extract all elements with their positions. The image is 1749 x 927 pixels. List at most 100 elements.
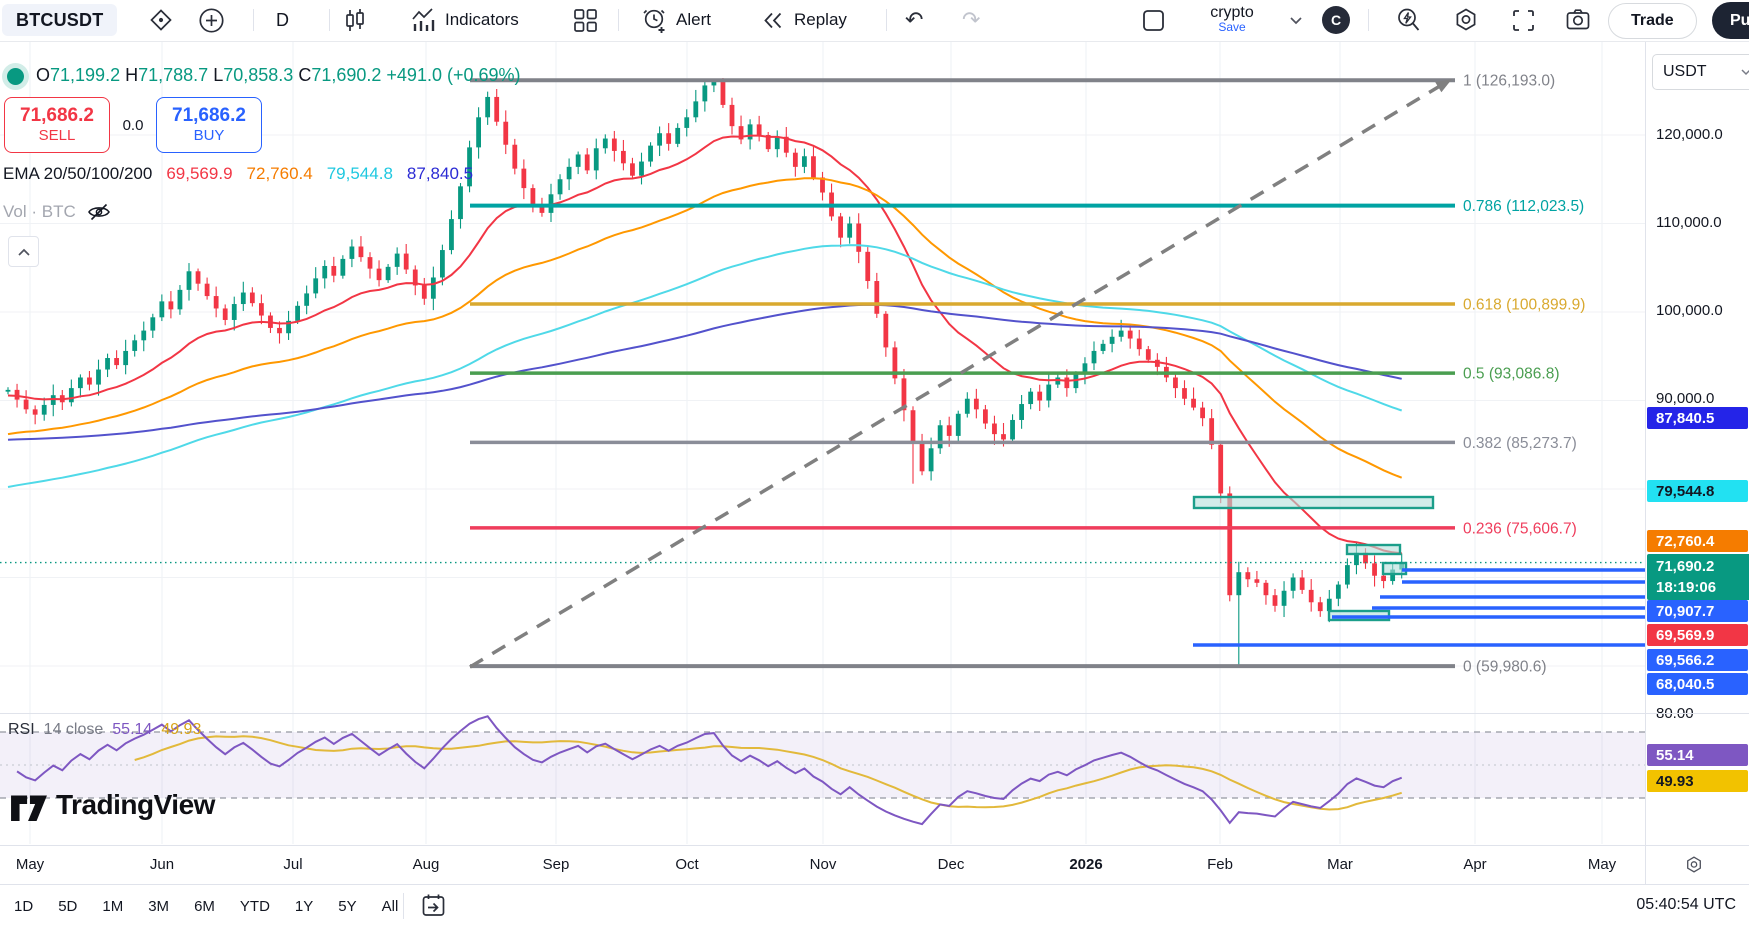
- range-button-5y[interactable]: 5Y: [330, 894, 364, 919]
- fib-retracement-drawing[interactable]: 1 (126,193.0) 0.786 (112,023.5) 0.618 (100…: [470, 73, 1585, 676]
- close-value: 71,690.2: [311, 65, 382, 85]
- pane-collapse-button[interactable]: [8, 236, 39, 267]
- currency-label: USDT: [1663, 63, 1707, 80]
- compare-add-button[interactable]: [196, 0, 226, 40]
- toolbar-divider: [253, 9, 254, 31]
- undo-button[interactable]: ↶: [905, 0, 923, 40]
- price-axis[interactable]: USDT 120,000.0 110,000.0 100,000.0 90,000.0…: [1646, 41, 1749, 885]
- range-button-1d[interactable]: 1D: [6, 894, 41, 919]
- fullscreen-button[interactable]: [1508, 0, 1538, 40]
- tradingview-mark-icon: [11, 795, 47, 822]
- indicators-button[interactable]: Indicators: [410, 0, 519, 40]
- ema-value: 72,760.4: [246, 164, 313, 183]
- toolbar-divider: [886, 9, 887, 31]
- time-axis-label: May: [15, 856, 45, 873]
- current-price-value: 71,690.2: [1656, 558, 1715, 575]
- candlestick-icon: [345, 8, 364, 31]
- price-axis-border: [1645, 41, 1646, 884]
- range-button-5d[interactable]: 5D: [50, 894, 85, 919]
- replay-button[interactable]: Replay: [760, 0, 847, 40]
- currency-selector[interactable]: USDT: [1652, 54, 1749, 90]
- time-axis-label: Apr: [1463, 856, 1487, 873]
- utc-clock[interactable]: 05:40:54 UTC: [1636, 896, 1736, 914]
- timeframe-button[interactable]: D: [276, 0, 289, 40]
- save-label[interactable]: Save: [1218, 20, 1245, 35]
- snapshot-button[interactable]: [1563, 0, 1593, 40]
- series-status-dot: [7, 68, 24, 85]
- alert-button[interactable]: Alert: [641, 0, 711, 40]
- fib-level-label: 0.618 (100,899.9): [1463, 297, 1585, 314]
- rsi-legend[interactable]: RSI 14 close 55.14 49.93: [8, 721, 201, 739]
- horizontal-ray-drawings[interactable]: [1193, 568, 1645, 647]
- layout-name-button[interactable]: crypto Save: [1196, 0, 1268, 40]
- layout-templates-button[interactable]: [570, 0, 600, 40]
- axis-settings-gear-icon[interactable]: [1683, 854, 1705, 881]
- close-label: C: [298, 65, 312, 85]
- lightning-search-icon: [1398, 8, 1420, 31]
- top-toolbar: BTCUSDT D Indicators Alert Replay ↶ ↷ cr…: [0, 0, 1749, 42]
- time-axis-label: Sep: [542, 856, 570, 873]
- range-button-6m[interactable]: 6M: [186, 894, 223, 919]
- tradingview-logo[interactable]: TradingView: [10, 788, 215, 822]
- compare-note-button[interactable]: [146, 0, 176, 40]
- range-button-ytd[interactable]: YTD: [232, 894, 278, 919]
- price-label-pill: 79,544.8: [1647, 480, 1748, 502]
- ema-legend[interactable]: EMA 20/50/100/200 69,569.9 72,760.4 79,544…: [3, 164, 487, 184]
- low-value: 70,858.3: [223, 65, 294, 85]
- range-button-1y[interactable]: 1Y: [287, 894, 321, 919]
- buy-sell-widget: 71,686.2 SELL 0.0 71,686.2 BUY: [4, 97, 262, 153]
- price-axis-label: 110,000.0: [1656, 214, 1722, 231]
- user-menu-button[interactable]: C: [1322, 0, 1350, 40]
- rsi-value-pill: 49.93: [1647, 770, 1748, 792]
- chart-style-button[interactable]: [340, 0, 370, 40]
- range-button-3m[interactable]: 3M: [140, 894, 177, 919]
- chevron-up-icon: [17, 248, 30, 256]
- replay-icon: [764, 12, 782, 28]
- volume-legend-label: Vol · BTC: [3, 202, 76, 221]
- fib-level-label: 1 (126,193.0): [1463, 73, 1555, 90]
- ema-value: 69,569.9: [166, 164, 233, 183]
- buy-price: 71,686.2: [172, 105, 246, 126]
- layout-menu-button[interactable]: [1281, 0, 1311, 40]
- fib-level-label: 0 (59,980.6): [1463, 659, 1547, 676]
- tradingview-logo-text: TradingView: [56, 789, 215, 820]
- ema-value: 87,840.5: [406, 164, 474, 183]
- range-button-1m[interactable]: 1M: [94, 894, 131, 919]
- symbol-label: BTCUSDT: [16, 9, 104, 30]
- time-axis[interactable]: May Jun Jul Aug Sep Oct Nov Dec 2026 Feb Mar Apr May: [0, 846, 1749, 884]
- chevron-down-icon: [1290, 17, 1302, 25]
- time-axis-label: Feb: [1207, 856, 1233, 873]
- redo-button[interactable]: ↷: [962, 0, 980, 40]
- settings-button[interactable]: [1451, 0, 1481, 40]
- quick-search-button[interactable]: [1394, 0, 1424, 40]
- trade-button[interactable]: Trade: [1608, 3, 1697, 39]
- high-value: 71,788.7: [138, 65, 209, 85]
- eye-off-icon[interactable]: [86, 199, 112, 225]
- layout-square-icon: [1142, 9, 1164, 31]
- volume-legend[interactable]: Vol · BTC: [3, 199, 112, 225]
- change-value: +491.0 (+0.69%): [386, 65, 521, 85]
- time-axis-label: Dec: [937, 856, 965, 873]
- pane-divider[interactable]: [0, 713, 1749, 714]
- save-layout-button[interactable]: [1138, 0, 1168, 40]
- buy-button[interactable]: 71,686.2 BUY: [156, 97, 262, 153]
- publish-button[interactable]: Pu: [1712, 2, 1749, 39]
- price-axis-label: 90,000.0: [1656, 390, 1715, 407]
- ohlc-legend[interactable]: O71,199.2 H71,788.7 L70,858.3 C71,690.2 …: [36, 65, 521, 86]
- time-axis-label: 2026: [1069, 856, 1103, 873]
- buy-label: BUY: [193, 127, 225, 144]
- range-button-all[interactable]: All: [374, 894, 407, 919]
- ema-value: 79,544.8: [326, 164, 393, 183]
- tradingview-app: BTCUSDT D Indicators Alert Replay ↶ ↷ cr…: [0, 0, 1749, 927]
- go-to-date-button[interactable]: [420, 892, 447, 924]
- spread-value: 0.0: [122, 116, 144, 134]
- grid-icon: [573, 8, 597, 32]
- sell-button[interactable]: 71,686.2 SELL: [4, 97, 110, 153]
- symbol-button[interactable]: BTCUSDT: [2, 4, 118, 36]
- time-axis-label: May: [1587, 856, 1617, 873]
- ema-100-line: [7, 244, 1403, 488]
- sell-label: SELL: [38, 127, 76, 144]
- rsi-value-pill: 55.14: [1647, 744, 1748, 766]
- indicators-label: Indicators: [445, 10, 519, 29]
- ema-lines[interactable]: [7, 134, 1403, 555]
